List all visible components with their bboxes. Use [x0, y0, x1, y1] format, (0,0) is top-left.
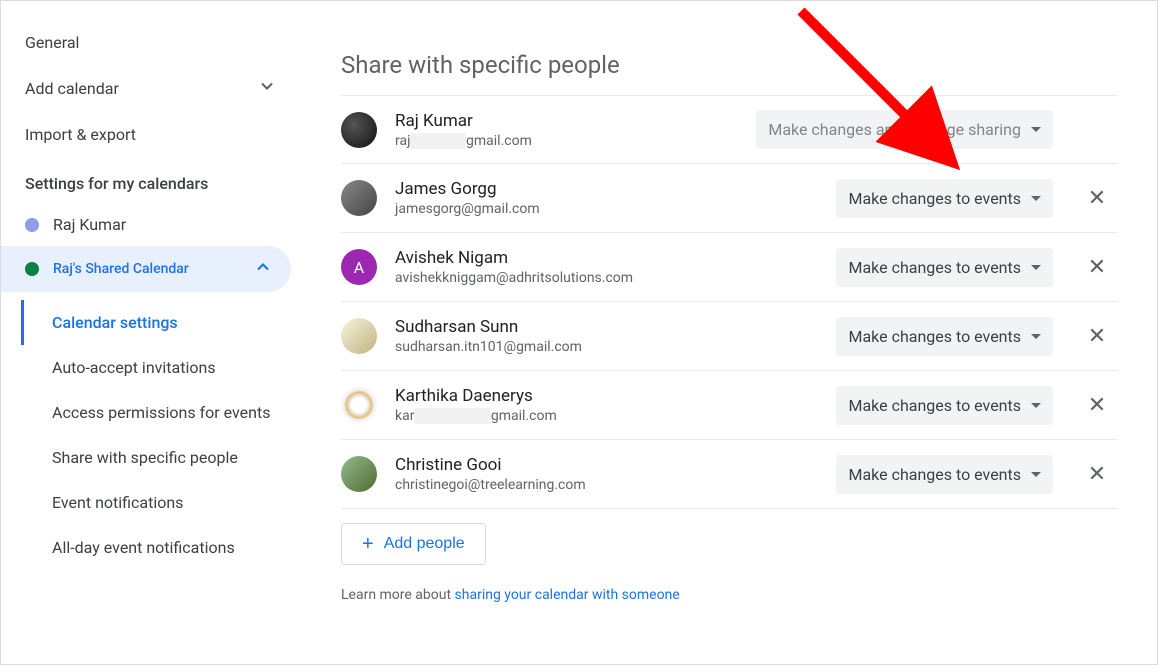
person-email: christinegoi@treelearning.com [395, 477, 818, 493]
calendar-name: Raj Kumar [53, 215, 126, 234]
avatar: A [341, 249, 377, 285]
person-name: Karthika Daenerys [395, 386, 818, 406]
avatar-letter: A [354, 258, 364, 277]
close-icon: ✕ [1088, 393, 1106, 418]
permission-label: Make changes to events [848, 465, 1021, 484]
settings-sidebar: General Add calendar Import & export Set… [1, 1, 301, 664]
calendar-color-dot [25, 218, 39, 232]
caret-down-icon [1031, 196, 1041, 201]
calendar-sub-settings: Calendar settings Auto-accept invitation… [21, 292, 301, 570]
permission-dropdown[interactable]: Make changes to events [836, 455, 1053, 494]
caret-down-icon [1031, 334, 1041, 339]
sidebar-import-export[interactable]: Import & export [1, 113, 301, 156]
permission-dropdown[interactable]: Make changes to events [836, 248, 1053, 287]
remove-person-button[interactable]: ✕ [1077, 454, 1117, 494]
permission-dropdown: Make changes and manage sharing [756, 110, 1053, 149]
permission-label: Make changes to events [848, 396, 1021, 415]
sidebar-general[interactable]: General [1, 21, 301, 64]
sub-allday-notifications[interactable]: All-day event notifications [24, 525, 301, 570]
person-name: Christine Gooi [395, 455, 818, 475]
person-info: Christine Gooi christinegoi@treelearning… [395, 455, 818, 493]
sidebar-general-label: General [25, 33, 79, 52]
learn-more-link[interactable]: sharing your calendar with someone [455, 587, 680, 603]
avatar [341, 318, 377, 354]
avatar [341, 180, 377, 216]
person-info: Sudharsan Sunn sudharsan.itn101@gmail.co… [395, 317, 818, 355]
avatar [341, 112, 377, 148]
person-email: sudharsan.itn101@gmail.com [395, 339, 818, 355]
sidebar-calendar-raj-kumar[interactable]: Raj Kumar [1, 203, 301, 246]
plus-icon: + [362, 534, 374, 554]
person-name: Avishek Nigam [395, 248, 818, 268]
chevron-down-icon [257, 76, 277, 101]
person-row: Christine Gooi christinegoi@treelearning… [341, 439, 1117, 509]
sidebar-calendar-shared-selected[interactable]: Raj's Shared Calendar [1, 246, 291, 292]
person-email: rajxxxxxxxxgmail.com [395, 133, 738, 149]
sub-auto-accept[interactable]: Auto-accept invitations [24, 345, 301, 390]
person-info: Raj Kumar rajxxxxxxxxgmail.com [395, 111, 738, 149]
learn-more-text: Learn more about sharing your calendar w… [341, 587, 1117, 603]
person-email: avishekkniggam@adhritsolutions.com [395, 270, 818, 286]
person-name: James Gorgg [395, 179, 818, 199]
sub-calendar-settings[interactable]: Calendar settings [21, 300, 301, 345]
close-icon: ✕ [1088, 462, 1106, 487]
permission-label: Make changes and manage sharing [768, 120, 1021, 139]
sidebar-add-calendar[interactable]: Add calendar [1, 64, 301, 113]
person-row: A Avishek Nigam avishekkniggam@adhritsol… [341, 232, 1117, 301]
caret-down-icon [1031, 472, 1041, 477]
caret-down-icon [1031, 127, 1041, 132]
permission-dropdown[interactable]: Make changes to events [836, 317, 1053, 356]
caret-down-icon [1031, 265, 1041, 270]
add-people-label: Add people [384, 535, 465, 553]
caret-down-icon [1031, 403, 1041, 408]
remove-person-button[interactable]: ✕ [1077, 316, 1117, 356]
person-info: James Gorgg jamesgorg@gmail.com [395, 179, 818, 217]
close-icon: ✕ [1088, 186, 1106, 211]
person-email: karxxxxxxxxxxxgmail.com [395, 408, 818, 424]
add-people-button[interactable]: + Add people [341, 523, 486, 565]
close-icon: ✕ [1088, 255, 1106, 280]
permission-dropdown[interactable]: Make changes to events [836, 386, 1053, 425]
close-icon: ✕ [1088, 324, 1106, 349]
sidebar-add-calendar-label: Add calendar [25, 79, 119, 98]
permission-label: Make changes to events [848, 189, 1021, 208]
sub-share-specific[interactable]: Share with specific people [24, 435, 301, 480]
person-info: Avishek Nigam avishekkniggam@adhritsolut… [395, 248, 818, 286]
permission-dropdown[interactable]: Make changes to events [836, 179, 1053, 218]
calendar-name: Raj's Shared Calendar [53, 261, 189, 277]
remove-person-button[interactable]: ✕ [1077, 178, 1117, 218]
remove-person-button[interactable]: ✕ [1077, 385, 1117, 425]
permission-label: Make changes to events [848, 258, 1021, 277]
person-row: Raj Kumar rajxxxxxxxxgmail.com Make chan… [341, 95, 1117, 163]
person-row: Sudharsan Sunn sudharsan.itn101@gmail.co… [341, 301, 1117, 370]
sidebar-import-export-label: Import & export [25, 125, 136, 144]
person-email: jamesgorg@gmail.com [395, 201, 818, 217]
avatar [341, 456, 377, 492]
person-row: James Gorgg jamesgorg@gmail.com Make cha… [341, 163, 1117, 232]
sub-event-notifications[interactable]: Event notifications [24, 480, 301, 525]
chevron-up-icon [253, 257, 273, 281]
person-name: Raj Kumar [395, 111, 738, 131]
permission-label: Make changes to events [848, 327, 1021, 346]
person-name: Sudharsan Sunn [395, 317, 818, 337]
avatar [341, 387, 377, 423]
remove-person-button[interactable]: ✕ [1077, 247, 1117, 287]
main-content: Share with specific people Raj Kumar raj… [301, 1, 1157, 664]
person-info: Karthika Daenerys karxxxxxxxxxxxgmail.co… [395, 386, 818, 424]
person-row: Karthika Daenerys karxxxxxxxxxxxgmail.co… [341, 370, 1117, 439]
calendar-color-dot [25, 262, 39, 276]
section-heading: Share with specific people [341, 51, 1117, 79]
sub-access-permissions[interactable]: Access permissions for events [24, 390, 301, 435]
sidebar-settings-heading: Settings for my calendars [1, 156, 301, 203]
